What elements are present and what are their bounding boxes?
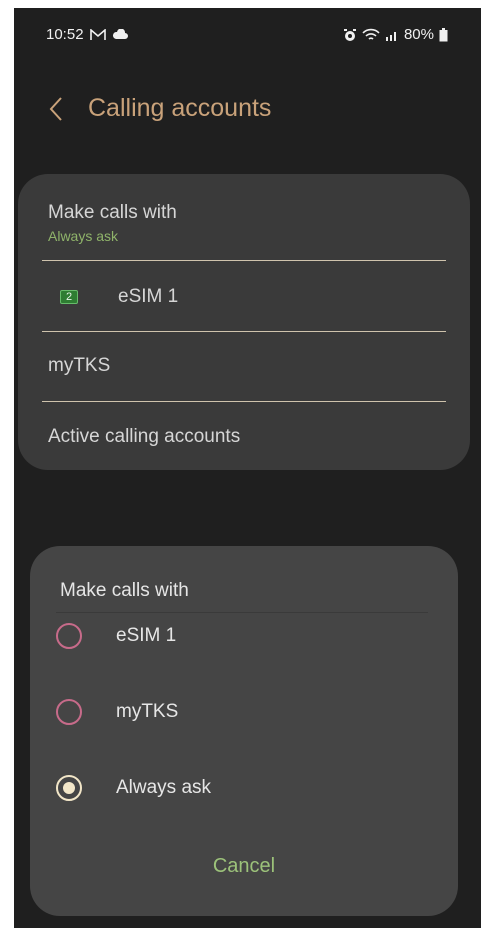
esim-label: eSIM 1 [118,286,179,307]
cancel-button[interactable]: Cancel [30,846,458,886]
mytks-row[interactable]: myTKS [48,355,444,377]
option-esim[interactable]: eSIM 1 [56,612,436,660]
wifi-icon [362,28,380,42]
make-calls-with-row[interactable]: Make calls with Always ask [48,202,444,244]
status-left: 10:52 [46,26,128,43]
make-calls-with-dialog: Make calls with eSIM 1 myTKS Always ask … [30,546,458,916]
divider [42,401,446,402]
settings-card: Make calls with Always ask 2 eSIM 1 myTK… [18,174,470,470]
divider [42,331,446,332]
cloud-icon [112,29,128,40]
phone-screen: 10:52 80% Calling accounts Make calls wi… [14,8,481,928]
chevron-left-icon [49,97,62,121]
make-calls-with-value: Always ask [48,228,119,244]
gmail-icon [89,28,106,41]
status-time: 10:52 [46,26,84,43]
esim-row[interactable]: 2 eSIM 1 [48,286,444,308]
option-label: Always ask [116,777,212,798]
divider [42,260,446,261]
active-calling-accounts-label: Active calling accounts [48,426,241,447]
sim-card-icon: 2 [60,290,78,304]
app-bar: Calling accounts [14,80,481,136]
battery-icon [439,27,448,42]
mytks-label: myTKS [48,355,111,376]
option-always-ask[interactable]: Always ask [56,764,436,812]
option-label: myTKS [116,701,179,722]
battery-percent: 80% [403,26,434,43]
signal-icon [385,29,399,41]
make-calls-with-title: Make calls with [48,202,177,223]
back-button[interactable] [42,92,70,126]
status-bar: 10:52 80% [14,8,481,62]
option-label: eSIM 1 [116,625,177,646]
status-right: 80% [343,26,448,43]
page-title: Calling accounts [88,94,272,122]
radio-button-selected[interactable] [56,775,82,801]
option-mytks[interactable]: myTKS [56,688,436,736]
radio-button[interactable] [56,623,82,649]
alarm-icon [343,28,357,42]
active-calling-accounts-row[interactable]: Active calling accounts [48,426,444,448]
dialog-title: Make calls with [60,580,189,601]
radio-button[interactable] [56,699,82,725]
